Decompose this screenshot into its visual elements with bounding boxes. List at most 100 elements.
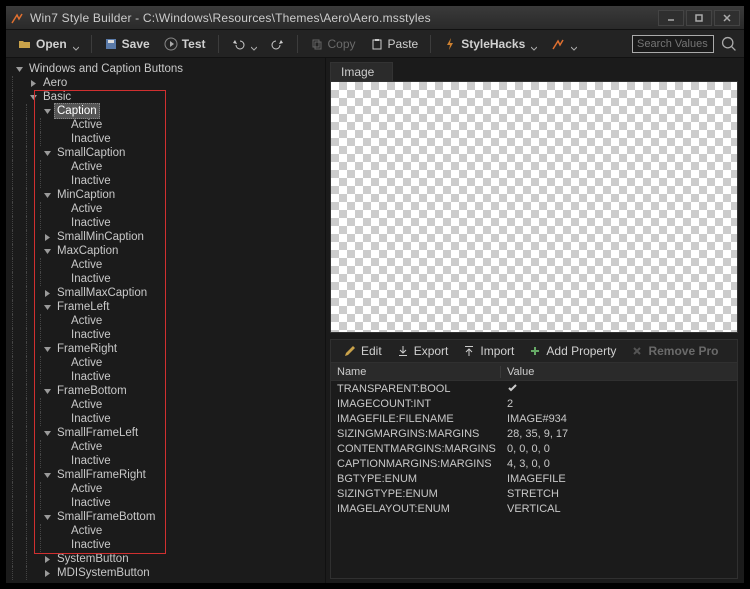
chevron-down-icon [73, 41, 79, 47]
table-row[interactable]: CAPTIONMARGINS:MARGINS4, 3, 0, 0 [331, 456, 737, 471]
export-button[interactable]: Export [390, 340, 455, 362]
tree-item[interactable]: Inactive [12, 496, 325, 510]
checkmark-icon [507, 382, 518, 393]
tree-item[interactable]: Active [12, 524, 325, 538]
tree-label: SmallFrameBottom [54, 510, 158, 524]
caret-right-icon[interactable] [40, 286, 54, 300]
undo-button[interactable] [225, 33, 263, 55]
tree-item[interactable]: Inactive [12, 132, 325, 146]
paste-button[interactable]: Paste [364, 33, 425, 55]
play-icon [164, 37, 178, 51]
table-row[interactable]: TRANSPARENT:BOOL [331, 381, 737, 396]
tree-item[interactable]: Active [12, 160, 325, 174]
caret-down-icon[interactable] [12, 62, 26, 76]
tree-item[interactable]: Caption [12, 104, 325, 118]
caret-down-icon[interactable] [40, 468, 54, 482]
import-button[interactable]: Import [456, 340, 520, 362]
tree-item[interactable]: FrameRight [12, 342, 325, 356]
cell-value: 4, 3, 0, 0 [507, 458, 550, 470]
tree-item[interactable]: MDISystemButton [12, 566, 325, 580]
table-row[interactable]: SIZINGTYPE:ENUMSTRETCH [331, 486, 737, 501]
maximize-button[interactable] [686, 10, 712, 26]
search-go-button[interactable] [720, 35, 738, 53]
property-table: Name Value TRANSPARENT:BOOLIMAGECOUNT:IN… [330, 363, 738, 579]
tree-item[interactable]: Inactive [12, 370, 325, 384]
close-button[interactable] [714, 10, 740, 26]
tree-item-aero[interactable]: Aero [12, 76, 325, 90]
tree-item-basic[interactable]: Basic [12, 90, 325, 104]
tree-item[interactable]: FrameLeft [12, 300, 325, 314]
tree-item[interactable]: MaxCaption [12, 244, 325, 258]
tree-item[interactable]: Active [12, 118, 325, 132]
table-row[interactable]: BGTYPE:ENUMIMAGEFILE [331, 471, 737, 486]
tree-item[interactable]: SmallFrameRight [12, 468, 325, 482]
tree-item[interactable]: SmallFrameLeft [12, 426, 325, 440]
caret-down-icon[interactable] [26, 90, 40, 104]
table-row[interactable]: IMAGEFILE:FILENAMEIMAGE#934 [331, 411, 737, 426]
tree-item[interactable]: SmallCaption [12, 146, 325, 160]
caret-down-icon[interactable] [40, 244, 54, 258]
table-row[interactable]: SIZINGMARGINS:MARGINS28, 35, 9, 17 [331, 426, 737, 441]
remove-property-button[interactable]: Remove Pro [624, 340, 724, 362]
table-row[interactable]: IMAGECOUNT:INT2 [331, 396, 737, 411]
caret-down-icon[interactable] [40, 426, 54, 440]
tree-item[interactable]: Inactive [12, 538, 325, 552]
caret-down-icon[interactable] [40, 384, 54, 398]
cell-value: IMAGEFILE [507, 473, 566, 485]
caret-down-icon[interactable] [40, 510, 54, 524]
caret-right-icon[interactable] [40, 230, 54, 244]
tree-item[interactable]: MinCaption [12, 188, 325, 202]
tree-item[interactable]: Inactive [12, 412, 325, 426]
tree-item[interactable]: SmallMaxCaption [12, 286, 325, 300]
tree-item[interactable]: Active [12, 314, 325, 328]
tree-item[interactable]: Inactive [12, 328, 325, 342]
caret-right-icon[interactable] [40, 566, 54, 580]
tree-item[interactable]: Inactive [12, 174, 325, 188]
tree-item[interactable]: Active [12, 440, 325, 454]
image-tab[interactable]: Image [330, 62, 393, 81]
save-button[interactable]: Save [98, 33, 156, 55]
tree-label: Active [68, 314, 105, 328]
column-name[interactable]: Name [331, 366, 501, 378]
tree-item[interactable]: FrameBottom [12, 384, 325, 398]
tree-item[interactable]: Active [12, 258, 325, 272]
caret-down-icon[interactable] [40, 146, 54, 160]
pencil-icon [343, 344, 357, 358]
search-input[interactable] [632, 35, 714, 53]
tree-label: Inactive [68, 216, 114, 230]
tree-root[interactable]: Windows and Caption Buttons [12, 62, 325, 76]
caret-down-icon[interactable] [40, 104, 54, 118]
tree-item[interactable]: SmallMinCaption [12, 230, 325, 244]
minimize-button[interactable] [658, 10, 684, 26]
caret-down-icon[interactable] [40, 300, 54, 314]
tree-label: Inactive [68, 272, 114, 286]
tree-item[interactable]: Inactive [12, 272, 325, 286]
add-property-button[interactable]: Add Property [522, 340, 622, 362]
tree-item[interactable]: SmallFrameBottom [12, 510, 325, 524]
caret-right-icon[interactable] [40, 552, 54, 566]
column-value[interactable]: Value [501, 366, 737, 378]
tree-label: MinCaption [54, 188, 118, 202]
tree-label: Inactive [68, 496, 114, 510]
stylehacks-button[interactable]: StyleHacks [437, 33, 543, 55]
tree-item[interactable]: Inactive [12, 216, 325, 230]
caret-right-icon[interactable] [26, 76, 40, 90]
tree-item[interactable]: Active [12, 356, 325, 370]
tool-button[interactable] [545, 33, 583, 55]
table-row[interactable]: CONTENTMARGINS:MARGINS0, 0, 0, 0 [331, 441, 737, 456]
tree-label: Active [68, 118, 105, 132]
image-view [330, 81, 738, 333]
open-button[interactable]: Open [12, 33, 85, 55]
table-row[interactable]: IMAGELAYOUT:ENUMVERTICAL [331, 501, 737, 516]
tree-item[interactable]: Inactive [12, 454, 325, 468]
caret-down-icon[interactable] [40, 188, 54, 202]
copy-button[interactable]: Copy [304, 33, 362, 55]
test-button[interactable]: Test [158, 33, 212, 55]
tree-item[interactable]: Active [12, 398, 325, 412]
caret-down-icon[interactable] [40, 342, 54, 356]
tree-item[interactable]: Active [12, 482, 325, 496]
redo-button[interactable] [265, 33, 291, 55]
tree-item[interactable]: Active [12, 202, 325, 216]
tree-item[interactable]: SystemButton [12, 552, 325, 566]
edit-button[interactable]: Edit [337, 340, 388, 362]
